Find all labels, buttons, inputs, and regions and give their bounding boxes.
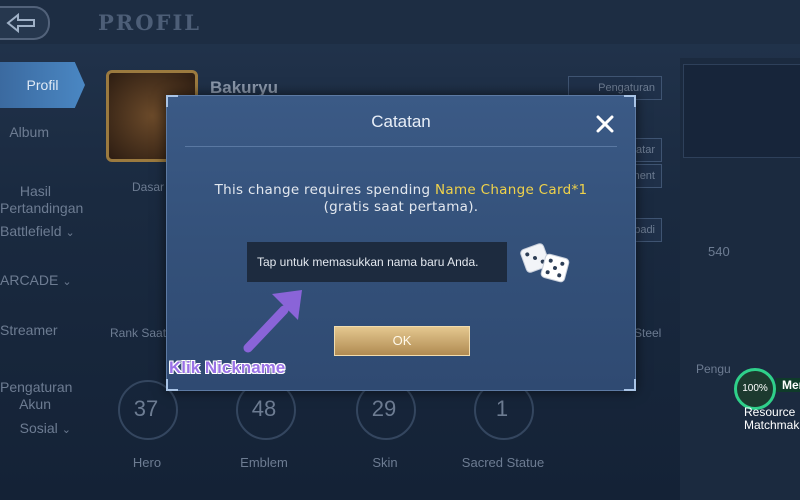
rank-right-label: Steel	[634, 326, 662, 340]
page-title: PROFIL	[98, 10, 202, 35]
sidebar-item-arcade[interactable]: ARCADE ⌄	[0, 272, 85, 288]
sidebar-item-profil[interactable]: Profil	[0, 62, 85, 108]
resource-line-2: Matchmak	[744, 418, 800, 432]
right-panel-box	[683, 64, 800, 158]
sidebar-item-label: Streamer	[0, 322, 58, 338]
chevron-down-icon: ⌄	[65, 227, 75, 239]
divider	[185, 146, 617, 147]
sidebar: Profil Album Hasil Pertandingan Battlefi…	[0, 58, 85, 500]
sidebar-item-label: Hasil Pertandingan	[0, 183, 84, 216]
stat-label-emblem: Emblem	[240, 455, 288, 470]
stat-value-sacred-statue: 1	[495, 396, 509, 421]
rank-label: Rank Saat	[110, 326, 167, 340]
message-suffix: (gratis saat pertama).	[323, 199, 479, 215]
sidebar-item-battlefield[interactable]: Battlefield ⌄	[0, 223, 85, 239]
sidebar-item-label: Pengaturan Akun	[0, 379, 73, 412]
annotation-label: Klik Nickname	[169, 358, 286, 377]
dice-icon	[520, 243, 570, 283]
resource-text: Resource Matchmak	[744, 406, 800, 432]
annotation-arrow-icon	[243, 290, 302, 353]
stat-label-skin: Skin	[372, 455, 398, 470]
message-highlight: Name Change Card*1	[434, 182, 588, 198]
stat-value-skin: 29	[371, 396, 397, 421]
chevron-down-icon: ⌄	[62, 276, 72, 288]
corner-ornament	[624, 95, 636, 107]
sidebar-item-label: Battlefield	[0, 223, 62, 239]
stat-label-hero: Hero	[132, 455, 162, 470]
back-arrow-icon	[6, 12, 35, 34]
sidebar-item-sosial[interactable]: Sosial ⌄	[0, 420, 85, 436]
stat-value-emblem: 48	[251, 396, 277, 421]
tab-dasar[interactable]: Dasar	[132, 180, 164, 194]
corner-ornament	[624, 379, 636, 391]
sidebar-item-pengaturan-akun[interactable]: Pengaturan Akun	[0, 362, 85, 413]
random-name-button[interactable]	[517, 238, 573, 286]
sidebar-item-album[interactable]: Album	[0, 124, 85, 140]
stat-label-sacred-statue: Sacred Statue	[461, 455, 545, 470]
side-button-label: badi	[634, 224, 655, 236]
sidebar-item-streamer[interactable]: Streamer	[0, 322, 85, 338]
message-prefix: This change requires spending	[214, 182, 435, 198]
side-button-label: atar	[636, 144, 655, 156]
pengu-label: Pengu	[696, 362, 731, 376]
rename-dialog: Catatan This change requires spending Na…	[166, 95, 636, 391]
dialog-message: This change requires spending Name Chang…	[197, 182, 605, 216]
close-button[interactable]	[591, 110, 619, 138]
chevron-down-icon: ⌄	[61, 424, 71, 436]
corner-ornament	[166, 95, 178, 107]
dialog-title: Catatan	[371, 112, 431, 131]
top-bar: PROFIL	[0, 0, 800, 44]
matchmaking-badge[interactable]: 100% Men	[734, 368, 800, 410]
close-icon	[596, 115, 614, 133]
sidebar-item-hasil[interactable]: Hasil Pertandingan	[0, 166, 85, 217]
sidebar-item-label: ARCADE	[0, 272, 59, 288]
stat-value-hero: 37	[133, 396, 159, 421]
back-button[interactable]	[0, 6, 50, 40]
corner-ornament	[166, 379, 178, 391]
sidebar-item-label: Sosial	[19, 420, 58, 436]
sidebar-item-label: Album	[9, 124, 49, 140]
sidebar-item-label: Profil	[26, 77, 59, 93]
nickname-input[interactable]: Tap untuk memasukkan nama baru Anda.	[247, 242, 507, 282]
popularity-value: 540	[708, 244, 730, 259]
badge-text: Men	[776, 378, 800, 392]
settings-button-label: Pengaturan	[598, 82, 655, 94]
ok-button[interactable]: OK	[334, 326, 470, 356]
badge-percent: 100%	[734, 368, 776, 410]
